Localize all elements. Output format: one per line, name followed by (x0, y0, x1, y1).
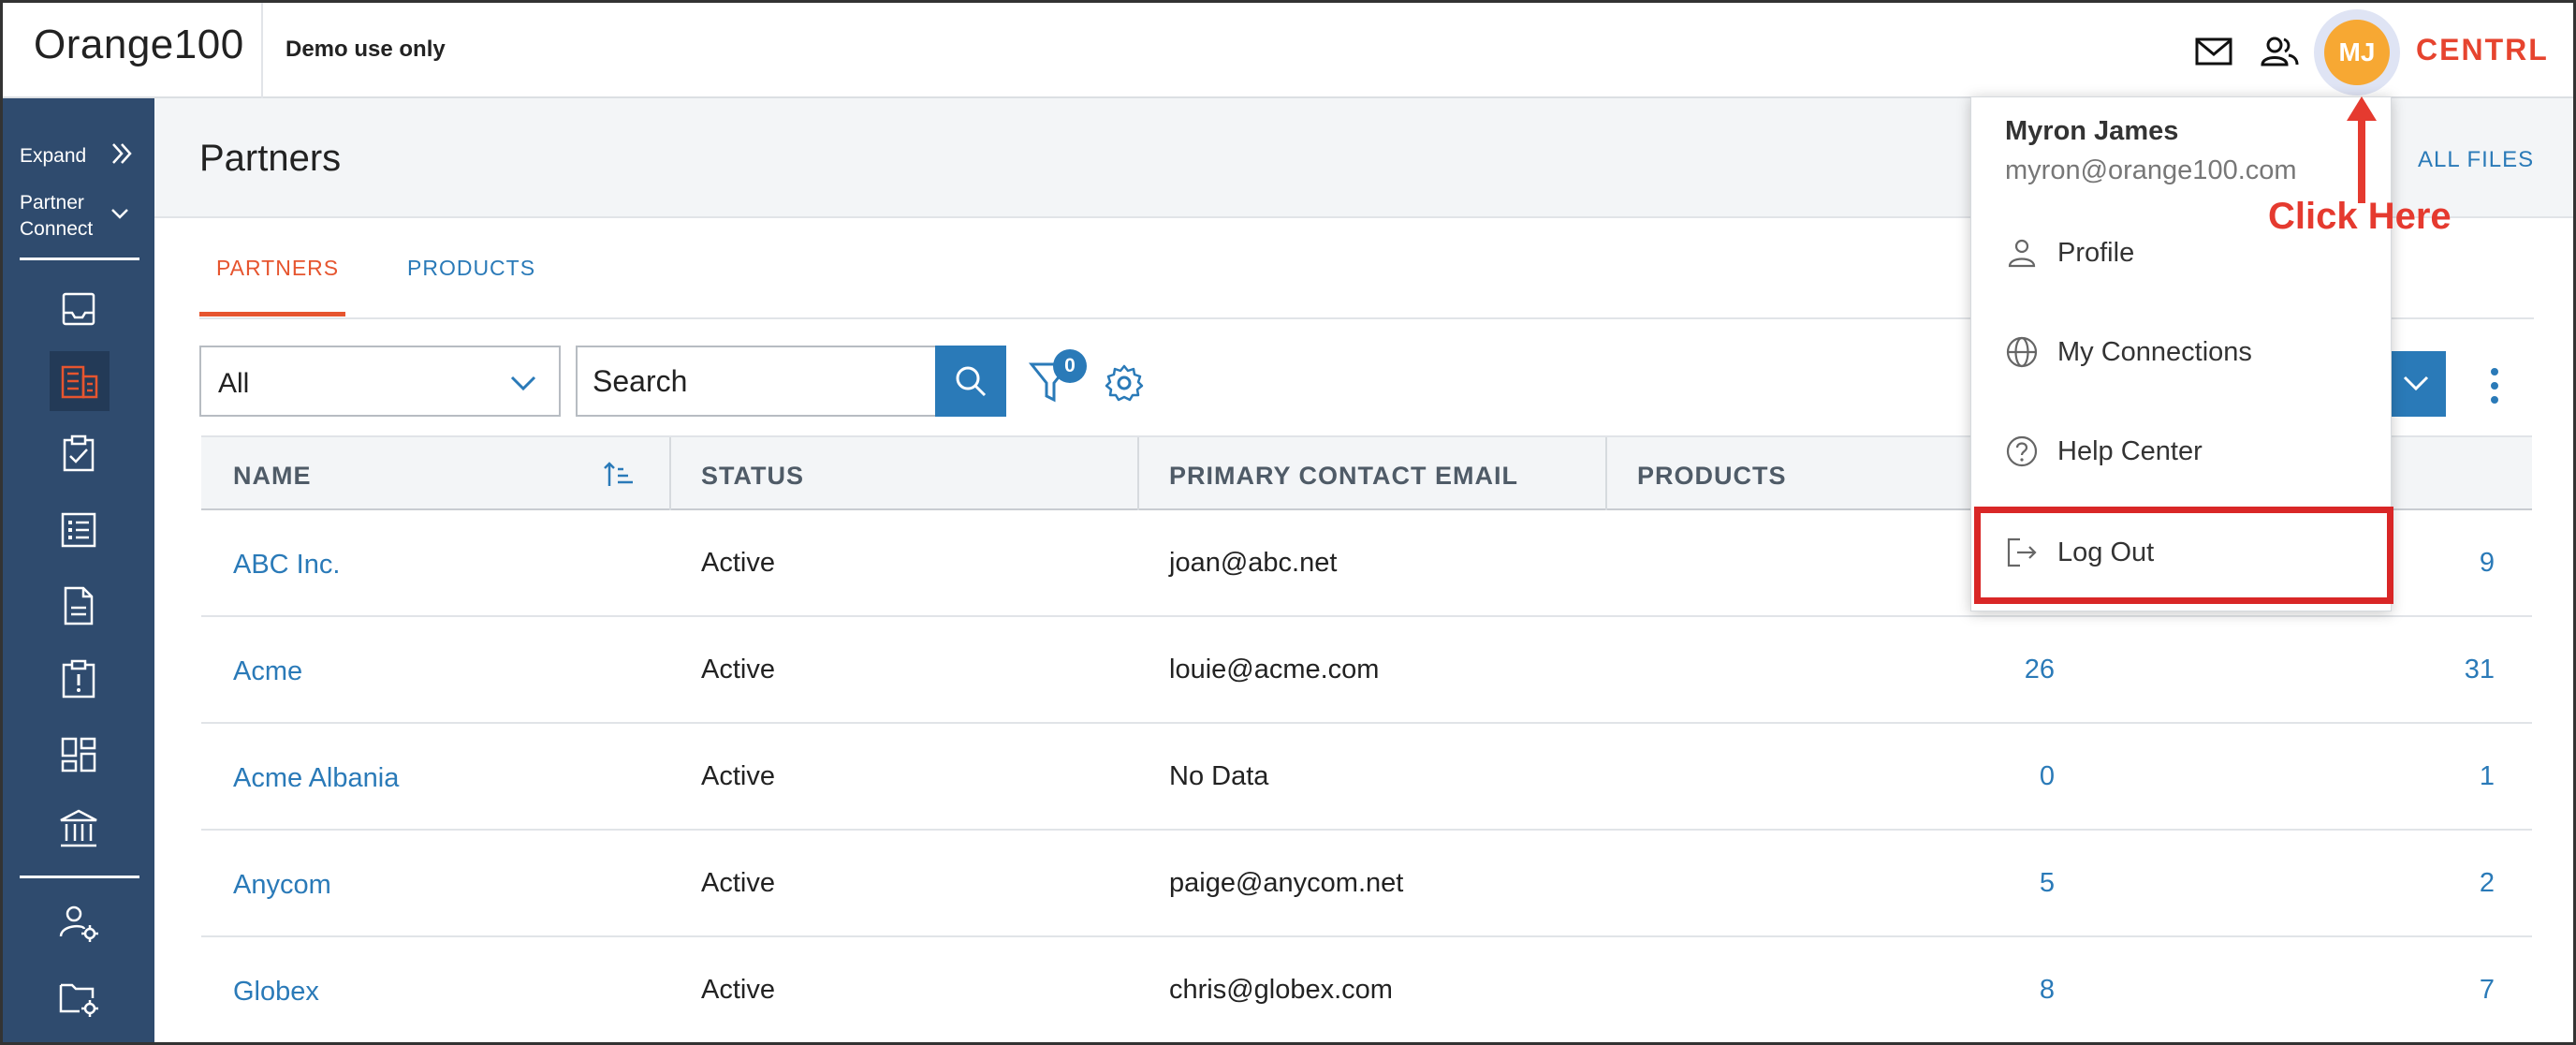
user-menu-email: myron@orange100.com (2005, 155, 2297, 185)
partner-products-count[interactable]: 5 (1980, 868, 2055, 899)
clipboard-check-icon[interactable] (55, 431, 102, 478)
app-frame: Orange100 Demo use only MJ CENTRL Expand… (0, 0, 2576, 1045)
click-here-annotation: Click Here (2268, 196, 2452, 237)
chevron-down-icon[interactable] (110, 203, 130, 224)
institution-icon[interactable] (55, 806, 102, 853)
users-icon[interactable] (2259, 31, 2300, 72)
dashboard-icon[interactable] (55, 731, 102, 778)
partner-status: Active (701, 975, 775, 1005)
partner-email: louie@acme.com (1169, 655, 1380, 684)
partner-status: Active (701, 761, 775, 791)
chevron-down-icon (510, 375, 536, 391)
user-menu-label: Help Center (2057, 436, 2203, 466)
app-logo[interactable]: Orange100 (34, 22, 244, 68)
column-header-email[interactable]: PRIMARY CONTACT EMAIL (1169, 462, 1518, 491)
sidebar: Expand Partner Connect (3, 98, 154, 1042)
document-icon[interactable] (55, 582, 102, 629)
tab-partners[interactable]: PARTNERS (216, 256, 339, 281)
action-dropdown-button[interactable] (2386, 351, 2446, 417)
partner-status: Active (701, 548, 775, 578)
search-icon (956, 366, 987, 397)
user-menu-item-connections[interactable]: My Connections (1971, 303, 2393, 401)
partner-last-count[interactable]: 9 (2420, 548, 2495, 579)
partner-products-count[interactable]: 26 (1980, 655, 2055, 685)
more-options-icon[interactable] (2485, 362, 2504, 409)
partner-email: joan@abc.net (1169, 548, 1338, 578)
user-settings-icon[interactable] (55, 899, 102, 946)
partner-name-link[interactable]: Anycom (233, 870, 331, 901)
partner-last-count[interactable]: 2 (2420, 868, 2495, 899)
module-switcher-label[interactable]: Partner Connect (20, 190, 104, 243)
partner-name-link[interactable]: ABC Inc. (233, 550, 340, 581)
partner-name-link[interactable]: Acme (233, 656, 302, 687)
partner-last-count[interactable]: 1 (2420, 761, 2495, 792)
user-menu-label: My Connections (2057, 337, 2252, 367)
logout-highlight-box (1974, 507, 2393, 604)
help-icon (2006, 435, 2038, 467)
sidebar-divider-2 (20, 876, 139, 878)
status-filter-value: All (218, 368, 250, 399)
table-row: Acme Active louie@acme.com 26 31 (201, 617, 2532, 724)
inbox-icon[interactable] (55, 286, 102, 332)
table-row: Anycom Active paige@anycom.net 5 2 (201, 831, 2532, 937)
column-separator[interactable] (669, 437, 671, 510)
partner-name-link[interactable]: Globex (233, 977, 319, 1008)
user-menu-item-help[interactable]: Help Center (1971, 403, 2393, 500)
table-row: Acme Albania Active No Data 0 1 (201, 724, 2532, 831)
sort-ascending-icon[interactable] (602, 460, 636, 490)
top-header: Orange100 Demo use only MJ CENTRL (3, 3, 2573, 98)
partner-email: chris@globex.com (1169, 975, 1393, 1005)
page-title: Partners (199, 138, 342, 179)
building-icon[interactable] (55, 358, 102, 405)
filter-count-badge: 0 (1053, 349, 1087, 383)
logo-divider (261, 3, 263, 98)
column-header-products[interactable]: PRODUCTS (1637, 462, 1787, 491)
column-separator[interactable] (1605, 437, 1607, 510)
status-filter-select[interactable]: All (199, 346, 561, 417)
user-avatar[interactable]: MJ (2324, 20, 2390, 85)
partner-status: Active (701, 868, 775, 898)
user-menu-name: Myron James (2005, 116, 2179, 146)
checklist-icon[interactable] (55, 507, 102, 553)
column-header-status[interactable]: STATUS (701, 462, 804, 491)
mail-icon[interactable] (2193, 31, 2234, 72)
alert-clipboard-icon[interactable] (55, 656, 102, 703)
partner-email: No Data (1169, 761, 1269, 791)
column-header-name[interactable]: NAME (233, 462, 312, 491)
partner-products-count[interactable]: 0 (1980, 761, 2055, 792)
partner-last-count[interactable]: 7 (2420, 975, 2495, 1006)
table-row: Globex Active chris@globex.com 8 7 (201, 937, 2532, 1042)
gear-icon[interactable] (1104, 362, 1145, 404)
folder-settings-icon[interactable] (55, 974, 102, 1021)
user-menu-label: Profile (2057, 238, 2135, 268)
search-input[interactable] (576, 346, 937, 417)
person-icon (2008, 239, 2036, 268)
sidebar-divider (20, 258, 139, 260)
all-files-link[interactable]: ALL FILES (2418, 147, 2534, 173)
tab-products[interactable]: PRODUCTS (407, 256, 535, 281)
double-chevron-right-icon[interactable] (110, 141, 134, 166)
active-tab-underline (199, 312, 345, 316)
partner-products-count[interactable]: 8 (1980, 975, 2055, 1006)
arrow-up-icon (2347, 96, 2377, 203)
search-button[interactable] (935, 346, 1006, 417)
partner-last-count[interactable]: 31 (2420, 655, 2495, 685)
globe-icon (2006, 336, 2038, 368)
environment-label: Demo use only (285, 37, 446, 62)
brand-logo: CENTRL (2416, 33, 2549, 66)
partner-name-link[interactable]: Acme Albania (233, 763, 399, 794)
chevron-down-icon (2403, 375, 2429, 391)
sidebar-expand-label[interactable]: Expand (20, 145, 86, 168)
partner-status: Active (701, 655, 775, 684)
column-separator[interactable] (1137, 437, 1139, 510)
partner-email: paige@anycom.net (1169, 868, 1404, 898)
